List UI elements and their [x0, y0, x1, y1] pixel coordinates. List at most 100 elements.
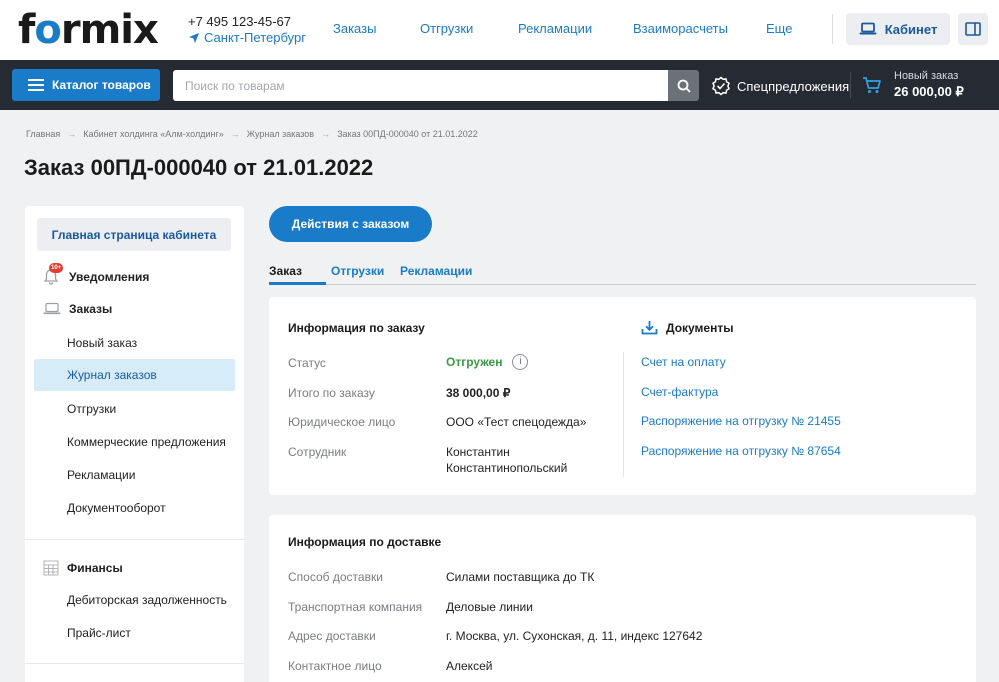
breadcrumb-home[interactable]: Главная: [26, 129, 60, 139]
header-divider: [832, 14, 833, 44]
doc-link-shipment-order-1[interactable]: Распоряжение на отгрузку № 21455: [641, 414, 841, 428]
tab-shipments[interactable]: Отгрузки: [331, 264, 384, 278]
orders-label: Заказы: [69, 302, 113, 316]
top-header: formix +7 495 123-45-67 Санкт-Петербург …: [0, 0, 999, 60]
delivery-method-label: Способ доставки: [288, 570, 383, 584]
total-label: Итого по заказу: [288, 386, 375, 400]
employee-value: Константин Константинопольский: [446, 445, 568, 475]
doc-link-invoice[interactable]: Счет на оплату: [641, 355, 726, 369]
sidebar-item-receivables[interactable]: Дебиторская задолженность: [25, 593, 244, 607]
transport-company-value: Деловые линии: [446, 600, 533, 614]
catalog-label: Каталог товаров: [52, 78, 151, 92]
sidebar-item-finance[interactable]: Финансы: [25, 560, 244, 576]
employee-label: Сотрудник: [288, 445, 347, 459]
page-title: Заказ 00ПД-000040 от 21.01.2022: [24, 155, 374, 180]
transport-company-label: Транспортная компания: [288, 600, 423, 614]
tab-order[interactable]: Заказ: [269, 264, 302, 278]
tab-claims[interactable]: Рекламации: [400, 264, 472, 278]
cabinet-home-button[interactable]: Главная страница кабинета: [37, 218, 231, 251]
sidebar-divider: [25, 539, 244, 540]
contact-block: +7 495 123-45-67 Санкт-Петербург: [188, 14, 306, 46]
sidebar-item-price-list[interactable]: Прайс-лист: [25, 626, 244, 640]
delivery-info-title: Информация по доставке: [288, 535, 442, 549]
download-icon: [641, 321, 658, 335]
side-panel-toggle[interactable]: [958, 13, 988, 45]
contact-person-value: Алексей: [446, 659, 493, 673]
sidebar-item-notifications[interactable]: 10+ Уведомления: [25, 263, 244, 286]
sidebar-item-order-journal[interactable]: Журнал заказов: [34, 359, 235, 391]
special-offers-label: Спецпредложения: [737, 78, 850, 94]
legal-entity-value: ООО «Тест спецодежда»: [446, 415, 587, 429]
breadcrumb-journal[interactable]: Журнал заказов: [247, 129, 314, 139]
order-tabs: Заказ Отгрузки Рекламации: [269, 262, 976, 285]
contact-person-label: Контактное лицо: [288, 659, 382, 673]
breadcrumb: Главная → Кабинет холдинга «Алм-холдинг»…: [26, 129, 478, 139]
hamburger-icon: [28, 79, 44, 91]
toolbar-divider: [850, 72, 851, 98]
sidebar-item-commercial-offers[interactable]: Коммерческие предложения: [25, 435, 244, 449]
sidebar-item-document-flow[interactable]: Документооборот: [25, 501, 244, 515]
breadcrumb-arrow-icon: →: [230, 129, 240, 139]
delivery-method-value: Силами поставщика до ТК: [446, 570, 595, 584]
active-tab-indicator: [269, 282, 326, 285]
cabinet-button[interactable]: Кабинет: [846, 13, 950, 45]
documents-header: Документы: [641, 320, 733, 335]
nav-settlements[interactable]: Взаиморасчеты: [633, 21, 728, 36]
order-info-card: Информация по заказу Статус Отгружен i И…: [269, 297, 976, 495]
delivery-address-value: г. Москва, ул. Сухонская, д. 11, индекс …: [446, 629, 703, 643]
order-info-title: Информация по заказу: [288, 321, 425, 335]
location-arrow-icon: [189, 33, 199, 43]
finance-label: Финансы: [67, 561, 123, 575]
notification-badge: 10+: [49, 263, 64, 273]
total-value: 38 000,00 ₽: [446, 386, 511, 400]
status-value: Отгружен i: [446, 354, 529, 370]
nav-orders[interactable]: Заказы: [333, 21, 376, 36]
cart-sum: 26 000,00 ₽: [894, 84, 964, 99]
notifications-label: Уведомления: [69, 270, 150, 284]
status-text: Отгружен: [446, 355, 503, 369]
calculator-icon: [43, 560, 59, 576]
search-input[interactable]: [173, 70, 668, 101]
breadcrumb-arrow-icon: →: [321, 129, 331, 139]
breadcrumb-current: Заказ 00ПД-000040 от 21.01.2022: [337, 129, 478, 139]
phone-number[interactable]: +7 495 123-45-67: [188, 14, 306, 30]
status-label: Статус: [288, 356, 326, 370]
sidebar-divider: [25, 663, 244, 664]
sidebar-item-claims[interactable]: Рекламации: [25, 468, 244, 482]
info-icon[interactable]: i: [512, 354, 529, 370]
breadcrumb-arrow-icon: →: [67, 129, 77, 139]
sidebar-item-new-order[interactable]: Новый заказ: [25, 336, 244, 350]
laptop-icon: [859, 22, 877, 35]
cart-summary[interactable]: Новый заказ 26 000,00 ₽: [894, 69, 964, 101]
delivery-info-card: Информация по доставке Способ доставки С…: [269, 515, 976, 682]
sidebar: Главная страница кабинета 10+ Уведомлени…: [25, 206, 244, 682]
order-actions-button[interactable]: Действия с заказом: [269, 206, 432, 242]
sidebar-item-shipments[interactable]: Отгрузки: [25, 402, 244, 416]
doc-link-shipment-order-2[interactable]: Распоряжение на отгрузку № 87654: [641, 444, 841, 458]
breadcrumb-holding[interactable]: Кабинет холдинга «Алм-холдинг»: [83, 129, 223, 139]
city-selector[interactable]: Санкт-Петербург: [188, 30, 306, 46]
catalog-button[interactable]: Каталог товаров: [12, 69, 160, 101]
cart-icon[interactable]: [862, 76, 882, 94]
delivery-address-label: Адрес доставки: [288, 629, 376, 643]
nav-more[interactable]: Еще: [766, 21, 792, 36]
city-label: Санкт-Петербург: [204, 30, 306, 45]
nav-claims[interactable]: Рекламации: [518, 21, 592, 36]
cart-label: Новый заказ: [894, 70, 959, 82]
sidebar-item-orders[interactable]: Заказы: [25, 302, 244, 316]
doc-link-tax-invoice[interactable]: Счет-фактура: [641, 385, 718, 399]
documents-divider: [623, 352, 624, 477]
badge-check-icon: [712, 76, 730, 96]
laptop-icon: [43, 302, 61, 315]
main-toolbar: Каталог товаров Спецпредложения Новый за…: [0, 60, 999, 110]
legal-entity-label: Юридическое лицо: [288, 415, 396, 429]
search-button[interactable]: [668, 70, 699, 101]
panel-icon: [965, 22, 981, 36]
documents-title: Документы: [666, 320, 734, 335]
search-icon: [677, 79, 691, 93]
cabinet-label: Кабинет: [884, 21, 938, 37]
formix-logo[interactable]: formix: [18, 8, 159, 52]
notification-bell: 10+: [43, 263, 64, 286]
nav-shipments[interactable]: Отгрузки: [420, 21, 473, 36]
special-offers-link[interactable]: Спецпредложения: [711, 76, 849, 96]
